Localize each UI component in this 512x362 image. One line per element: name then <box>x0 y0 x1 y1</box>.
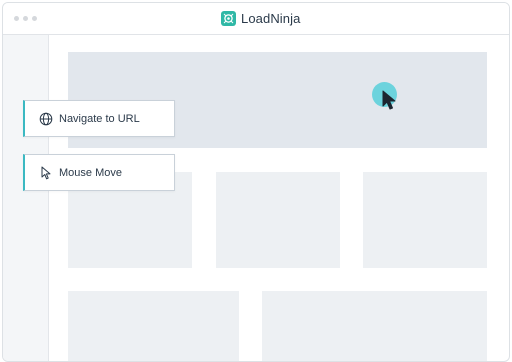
window-dot-icon[interactable] <box>23 16 28 21</box>
window-controls <box>14 16 37 21</box>
step-mouse-move[interactable]: Mouse Move <box>23 154 175 191</box>
globe-icon <box>38 111 54 127</box>
card-placeholder <box>262 291 487 361</box>
step-label: Navigate to URL <box>59 112 140 125</box>
mouse-cursor-icon <box>382 90 396 110</box>
sidebar <box>3 35 49 361</box>
card-placeholder <box>68 291 239 361</box>
app-title: LoadNinja <box>241 11 301 26</box>
title-bar: LoadNinja <box>3 3 509 35</box>
card-placeholder <box>363 172 487 268</box>
step-navigate-to-url[interactable]: Navigate to URL <box>23 100 175 137</box>
window-dot-icon[interactable] <box>32 16 37 21</box>
loadninja-logo-icon <box>221 11 236 26</box>
app-brand: LoadNinja <box>221 9 300 28</box>
step-label: Mouse Move <box>59 166 122 179</box>
window-dot-icon[interactable] <box>14 16 19 21</box>
pointer-icon <box>38 165 54 181</box>
card-placeholder <box>216 172 340 268</box>
